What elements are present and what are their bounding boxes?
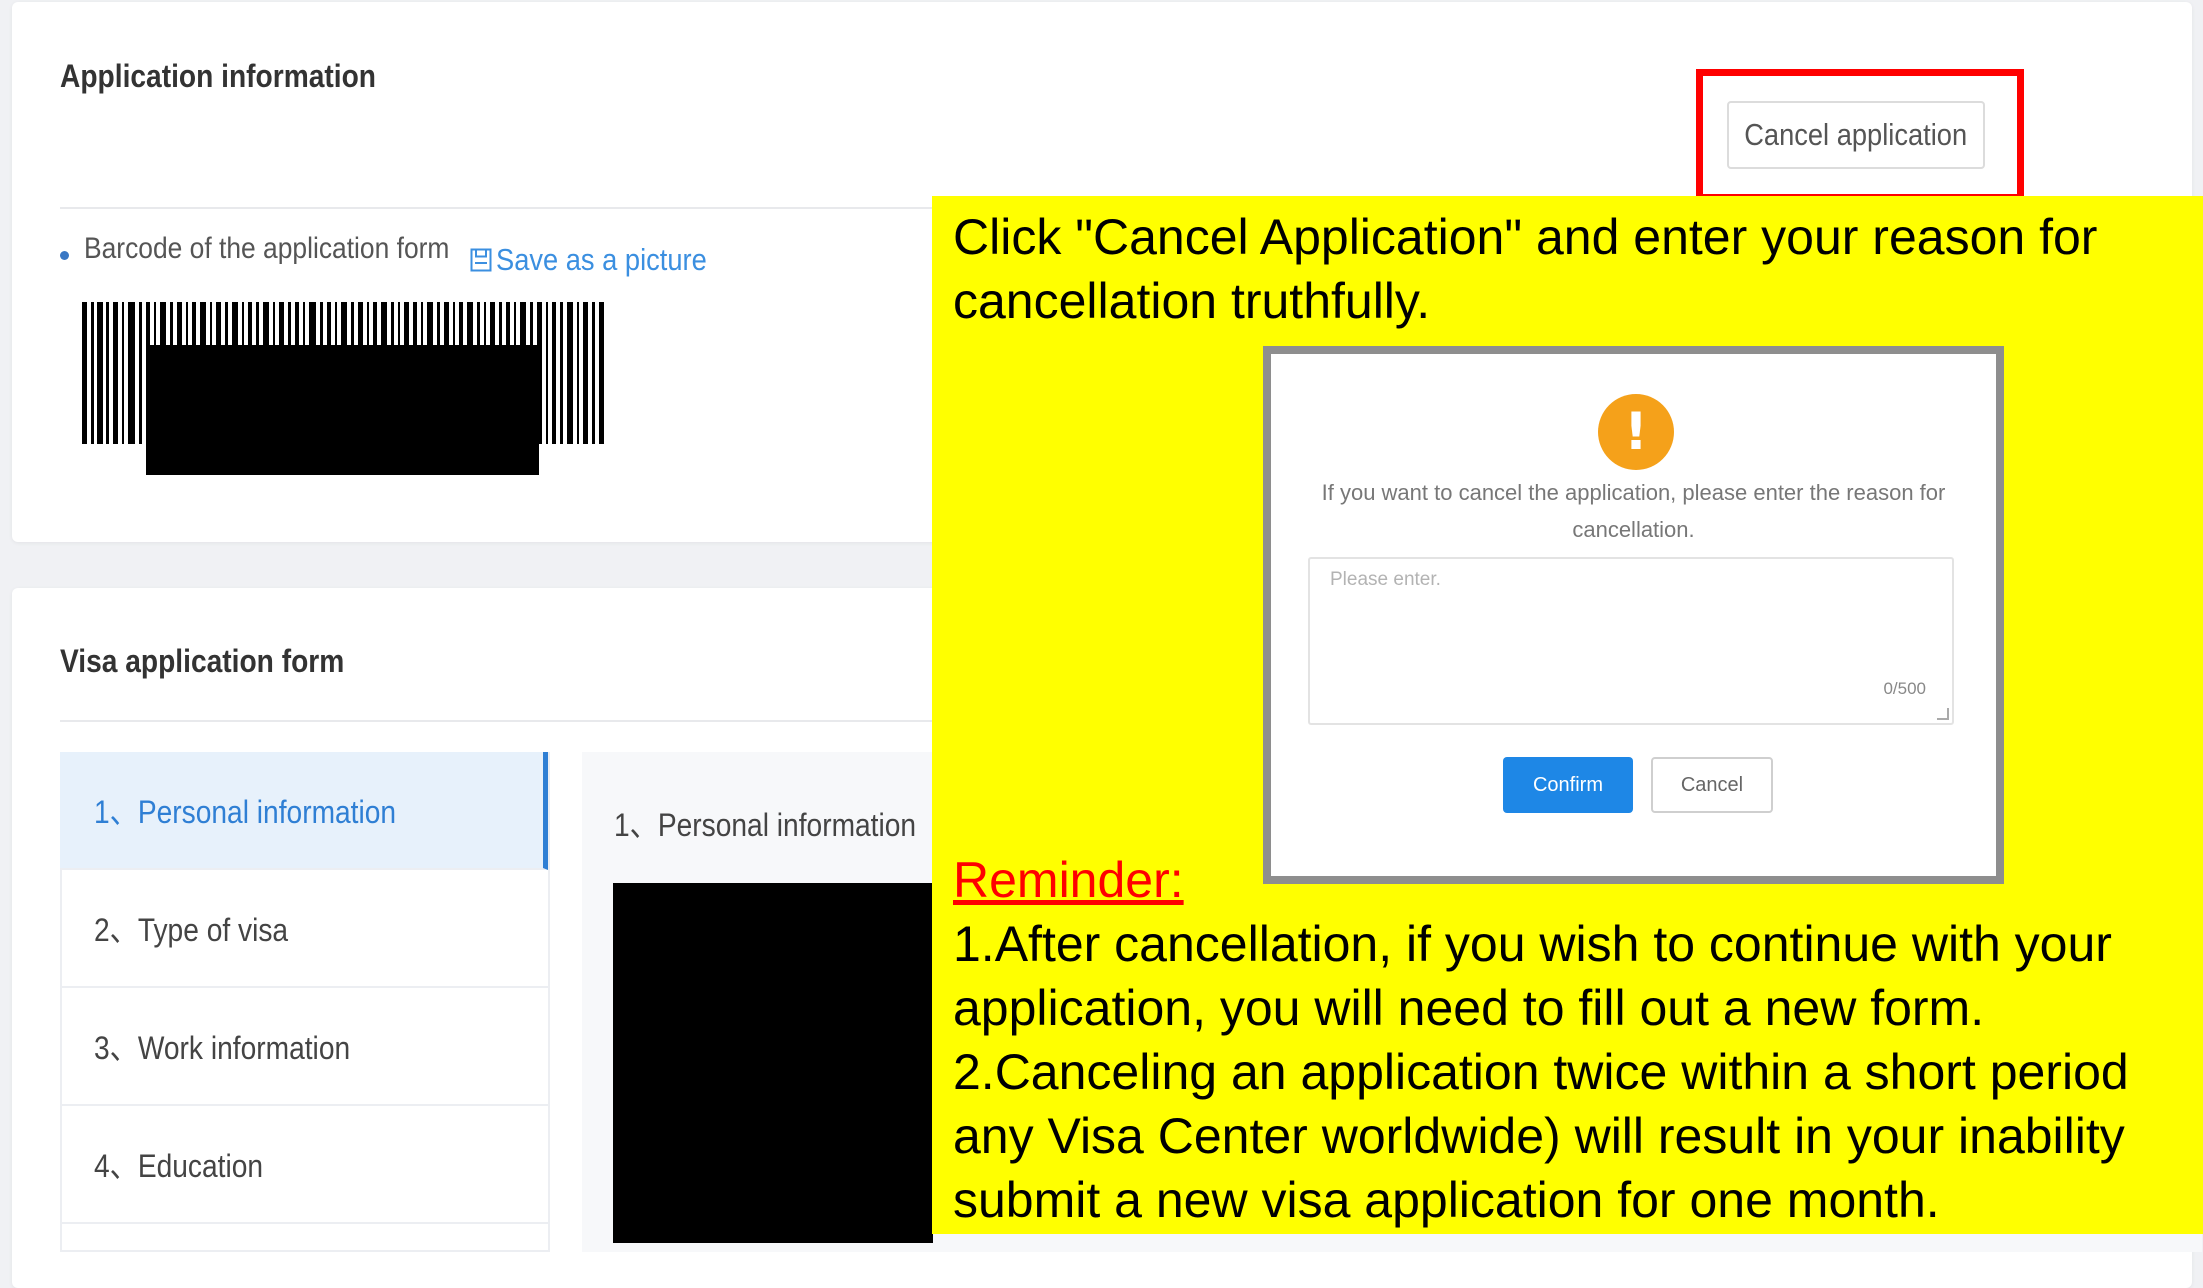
content-section-title: 1、Personal information bbox=[614, 807, 917, 843]
redaction-block bbox=[146, 345, 539, 475]
reminder-line: submit a new visa application for one mo… bbox=[953, 1172, 1940, 1228]
cancel-modal-screenshot: ! If you want to cancel the application,… bbox=[1263, 346, 2004, 884]
reason-textarea[interactable]: Please enter. 0/500 bbox=[1308, 557, 1954, 725]
reminder-line: 2.Canceling an application twice within … bbox=[953, 1044, 2129, 1100]
nav-item-personal-information[interactable]: 1、Personal information bbox=[60, 752, 548, 870]
cancel-modal: ! If you want to cancel the application,… bbox=[1271, 354, 1996, 876]
highlight-box bbox=[1696, 69, 2024, 201]
modal-message: If you want to cancel the application, p… bbox=[1321, 480, 1946, 542]
reminder-line: any Visa Center worldwide) will result i… bbox=[953, 1108, 2125, 1164]
visa-form-title: Visa application form bbox=[60, 643, 345, 679]
reminder-title: Reminder: bbox=[953, 852, 1184, 908]
redaction-block bbox=[613, 883, 933, 1243]
cancel-button[interactable]: Cancel bbox=[1651, 757, 1773, 813]
application-info-title: Application information bbox=[60, 58, 377, 94]
textarea-placeholder: Please enter. bbox=[1330, 569, 1441, 590]
barcode-label: Barcode of the application form bbox=[84, 232, 450, 265]
reminder-line: application, you will need to fill out a… bbox=[953, 980, 1985, 1036]
confirm-button[interactable]: Confirm bbox=[1503, 757, 1633, 813]
char-counter: 0/500 bbox=[1883, 679, 1926, 698]
nav-item-education[interactable]: 4、Education bbox=[60, 1106, 548, 1224]
reminder-line: 1.After cancellation, if you wish to con… bbox=[953, 916, 2112, 972]
save-as-picture-link[interactable]: Save as a picture bbox=[470, 242, 736, 278]
instruction-text: Click "Cancel Application" and enter you… bbox=[953, 209, 2098, 329]
nav-item-type-of-visa[interactable]: 2、Type of visa bbox=[60, 870, 548, 988]
save-icon bbox=[470, 248, 492, 272]
resize-grip-icon[interactable] bbox=[1937, 708, 1949, 720]
warning-icon: ! bbox=[1598, 394, 1674, 470]
nav-item-work-information[interactable]: 3、Work information bbox=[60, 988, 548, 1106]
bullet-dot bbox=[60, 251, 69, 260]
